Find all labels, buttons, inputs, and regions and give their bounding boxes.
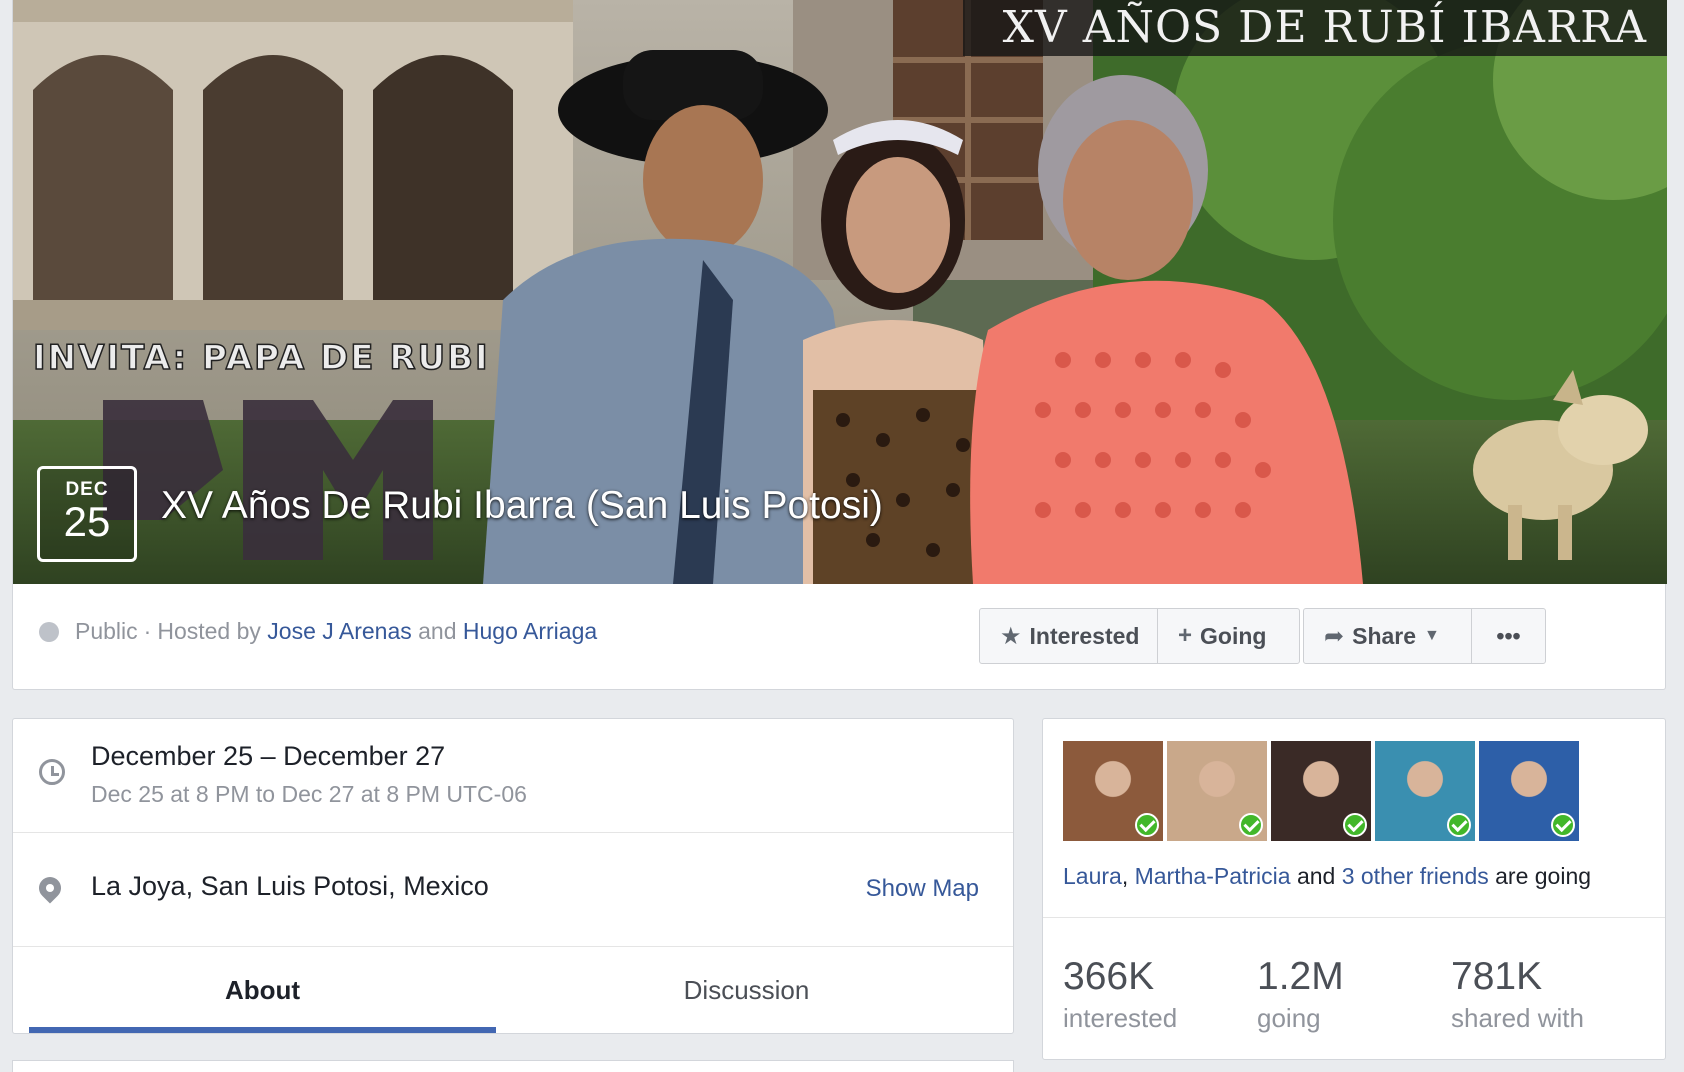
- time-range: Dec 25 at 8 PM to Dec 27 at 8 PM UTC-06: [91, 781, 527, 807]
- date-day: 25: [63, 498, 111, 545]
- show-map-link[interactable]: Show Map: [866, 875, 979, 903]
- tab-discussion[interactable]: Discussion: [513, 947, 980, 1033]
- interested-button[interactable]: ★ Interested: [980, 609, 1157, 663]
- globe-icon: [39, 621, 59, 642]
- stat-interested-label: interested: [1063, 1003, 1178, 1033]
- hosted-by-label: Hosted by: [157, 618, 261, 644]
- going-button[interactable]: + Going: [1157, 609, 1299, 663]
- more-options-button[interactable]: •••: [1471, 609, 1545, 663]
- event-date-badge: DEC 25: [37, 466, 137, 562]
- other-friends-link[interactable]: 3 other friends: [1342, 863, 1489, 889]
- share-button-group: ➦ Share ▼ •••: [1303, 608, 1546, 664]
- tab-about[interactable]: About: [29, 947, 496, 1033]
- stat-shared[interactable]: 781K shared with: [1451, 955, 1584, 1034]
- caret-down-icon: ▼: [1424, 627, 1440, 644]
- privacy-label: Public: [75, 618, 138, 644]
- going-check-icon: [1447, 813, 1471, 837]
- friends-going-card: Laura, Martha-Patricia and 3 other frien…: [1042, 718, 1666, 1060]
- date-range: December 25 – December 27: [91, 741, 446, 771]
- going-check-icon: [1343, 813, 1367, 837]
- avatar[interactable]: [1063, 741, 1163, 841]
- friends-going-text: Laura, Martha-Patricia and 3 other frien…: [1063, 863, 1591, 890]
- more-icon: •••: [1496, 622, 1521, 649]
- friend-link-martha-patricia[interactable]: Martha-Patricia: [1135, 863, 1291, 889]
- location-text: La Joya, San Luis Potosi, Mexico: [91, 871, 489, 901]
- next-card-edge: [12, 1060, 1014, 1072]
- share-button[interactable]: ➦ Share ▼: [1304, 609, 1471, 663]
- stat-going[interactable]: 1.2M going: [1257, 955, 1344, 1034]
- event-header-card: XV AÑOS DE RUBÍ IBARRA INVITA: PAPA DE R…: [12, 0, 1667, 690]
- are-going-text: are going: [1495, 863, 1592, 889]
- share-arrow-icon: ➦: [1324, 622, 1345, 650]
- stat-interested-count: 366K: [1063, 955, 1155, 998]
- clock-icon: [39, 759, 65, 785]
- avatar[interactable]: [1167, 741, 1267, 841]
- cover-photo[interactable]: XV AÑOS DE RUBÍ IBARRA INVITA: PAPA DE R…: [13, 0, 1667, 584]
- divider: [1043, 917, 1665, 918]
- host-link-1[interactable]: Jose J Arenas: [267, 618, 411, 645]
- plus-icon: +: [1178, 622, 1193, 649]
- friend-avatars: [1063, 741, 1579, 841]
- rsvp-button-group: ★ Interested + Going: [979, 608, 1300, 664]
- stat-going-label: going: [1257, 1003, 1321, 1033]
- tab-discussion-label: Discussion: [683, 974, 810, 1005]
- going-check-icon: [1135, 813, 1159, 837]
- going-label: Going: [1200, 622, 1267, 649]
- and-text: and: [418, 618, 457, 644]
- going-check-icon: [1239, 813, 1263, 837]
- location-pin-icon: [34, 872, 66, 904]
- share-label: Share: [1352, 622, 1417, 649]
- avatar[interactable]: [1479, 741, 1579, 841]
- avatar[interactable]: [1375, 741, 1475, 841]
- event-meta: Public · Hosted by Jose J Arenas and Hug…: [39, 618, 597, 645]
- host-link-2[interactable]: Hugo Arriaga: [463, 618, 597, 645]
- avatar[interactable]: [1271, 741, 1371, 841]
- stat-going-count: 1.2M: [1257, 955, 1344, 998]
- stat-interested[interactable]: 366K interested: [1063, 955, 1177, 1034]
- separator-dot: ·: [143, 618, 152, 644]
- comma: ,: [1121, 863, 1129, 889]
- location-row[interactable]: La Joya, San Luis Potosi, Mexico Show Ma…: [13, 833, 1013, 947]
- star-icon: ★: [1000, 622, 1022, 650]
- cover-banner-text: XV AÑOS DE RUBÍ IBARRA: [962, 0, 1667, 56]
- and-text: and: [1296, 863, 1336, 889]
- going-check-icon: [1551, 813, 1575, 837]
- event-title: XV Años De Rubi Ibarra (San Luis Potosi): [161, 484, 883, 527]
- interested-label: Interested: [1029, 622, 1140, 649]
- tab-about-label: About: [224, 974, 301, 1005]
- cover-invite-text: INVITA: PAPA DE RUBI: [32, 337, 490, 379]
- event-details-card: December 25 – December 27 Dec 25 at 8 PM…: [12, 718, 1014, 1034]
- date-time-row[interactable]: December 25 – December 27 Dec 25 at 8 PM…: [13, 719, 1013, 833]
- friend-link-laura[interactable]: Laura: [1063, 863, 1122, 889]
- stat-shared-count: 781K: [1451, 955, 1543, 998]
- stat-shared-label: shared with: [1451, 1003, 1584, 1033]
- active-tab-indicator: [29, 1027, 496, 1033]
